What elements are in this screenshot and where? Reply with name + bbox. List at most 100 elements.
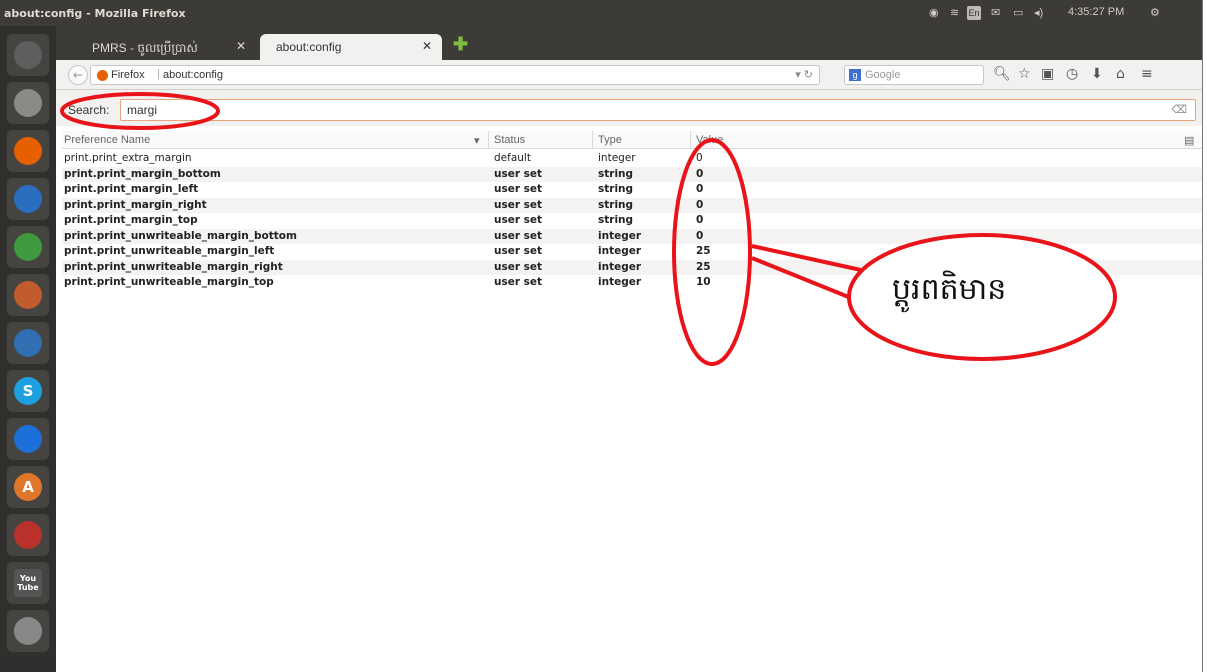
search-row: Search: margi ⌫ <box>56 90 1202 126</box>
network-indicator-icon[interactable]: ◉ <box>929 6 939 19</box>
download-icon[interactable]: ⬇ <box>1091 66 1103 82</box>
history-icon[interactable]: ◷ <box>1066 66 1078 82</box>
search-label: Search: <box>68 103 110 117</box>
status-cell: user set <box>494 260 543 273</box>
trash-icon[interactable] <box>7 610 49 652</box>
wifi-icon[interactable]: ≋ <box>950 6 959 19</box>
value-cell: 10 <box>696 276 711 288</box>
mail-icon[interactable]: ✉ <box>991 6 1000 19</box>
window-title: about:config - Mozilla Firefox <box>4 7 186 20</box>
status-cell: user set <box>494 229 543 242</box>
value-cell: 0 <box>696 183 704 195</box>
navigation-bar: ← Firefox | about:config ▾ ↻ g Google 🔍︎… <box>56 60 1202 90</box>
software-center-icon[interactable]: A <box>7 466 49 508</box>
menu-icon[interactable]: ≡ <box>1141 66 1153 82</box>
preference-name-cell: print.print_margin_left <box>64 183 199 195</box>
annotation-callout-text: ប្តូរពតិមាន <box>892 272 1007 307</box>
tab-pmrs[interactable]: PMRS - ចូលប្រើប្រាស់ ✕ <box>76 34 256 60</box>
libreoffice-calc-icon[interactable] <box>7 226 49 268</box>
close-tab-icon[interactable]: ✕ <box>236 39 246 53</box>
url-separator: | <box>157 68 160 80</box>
web-search-bar[interactable]: g Google <box>844 65 984 85</box>
table-row[interactable]: print.print_margin_bottom user set string 0 <box>62 166 1202 182</box>
ubuntu-dash-icon[interactable] <box>7 34 49 76</box>
reading-list-icon[interactable]: ▣ <box>1041 66 1054 82</box>
value-cell: 0 <box>696 152 703 164</box>
table-row[interactable]: print.print_unwriteable_margin_bottom use… <box>62 228 1202 244</box>
system-settings-glyph <box>14 521 42 549</box>
search-input[interactable]: margi ⌫ <box>120 99 1196 121</box>
google-icon[interactable]: g <box>849 69 861 81</box>
battery-icon[interactable]: ▭ <box>1013 6 1023 19</box>
libreoffice-writer-icon[interactable] <box>7 178 49 220</box>
type-cell: integer <box>598 229 642 242</box>
back-button[interactable]: ← <box>68 65 88 85</box>
keyboard-layout-indicator[interactable]: En <box>967 6 981 20</box>
preference-name-cell: print.print_margin_top <box>64 214 198 226</box>
table-row[interactable]: print.print_margin_left user set string 0 <box>62 182 1202 198</box>
clear-search-icon[interactable]: ⌫ <box>1171 103 1187 116</box>
tab-about-config[interactable]: about:config ✕ <box>260 34 442 60</box>
preference-name-cell: print.print_unwriteable_margin_left <box>64 245 275 257</box>
libreoffice-writer-glyph <box>14 185 42 213</box>
preference-name-cell: print.print_unwriteable_margin_right <box>64 260 283 273</box>
new-tab-button[interactable]: ✚ <box>453 34 468 55</box>
thunderbird-icon[interactable] <box>7 322 49 364</box>
reload-icon[interactable]: ▾ ↻ <box>795 68 813 81</box>
value-cell: 25 <box>696 260 711 273</box>
column-preference-name[interactable]: Preference Name <box>64 134 150 146</box>
volume-icon[interactable]: ◂) <box>1034 6 1043 19</box>
skype-icon[interactable]: S <box>7 370 49 412</box>
preference-name-cell: print.print_margin_bottom <box>64 167 221 180</box>
table-row[interactable]: print.print_unwriteable_margin_right user… <box>62 259 1202 275</box>
libreoffice-impress-glyph <box>14 281 42 309</box>
files-glyph <box>14 89 42 117</box>
files-icon[interactable] <box>7 82 49 124</box>
table-row[interactable]: print.print_unwriteable_margin_left user … <box>62 244 1202 260</box>
search-icon[interactable]: 🔍︎ <box>993 66 1011 82</box>
table-row[interactable]: print.print_margin_right user set string 0 <box>62 197 1202 213</box>
window-border <box>1202 0 1207 672</box>
column-value[interactable]: Value <box>696 134 723 146</box>
preference-name-cell: print.print_extra_margin <box>64 152 192 164</box>
teamviewer-icon[interactable] <box>7 418 49 460</box>
type-cell: integer <box>598 152 636 164</box>
status-cell: user set <box>494 276 543 288</box>
column-picker-icon[interactable]: ▤ <box>1184 134 1194 147</box>
libreoffice-impress-icon[interactable] <box>7 274 49 316</box>
libreoffice-calc-glyph <box>14 233 42 261</box>
clock[interactable]: 4:35:27 PM <box>1068 6 1124 18</box>
value-cell: 0 <box>696 229 704 242</box>
firefox-icon[interactable] <box>7 130 49 172</box>
value-cell: 0 <box>696 214 704 226</box>
trash-glyph <box>14 617 42 645</box>
url-bar[interactable]: Firefox | about:config ▾ ↻ <box>90 65 820 85</box>
table-row[interactable]: print.print_margin_top user set string 0 <box>62 213 1202 229</box>
site-identity[interactable]: Firefox <box>111 69 145 81</box>
teamviewer-glyph <box>14 425 42 453</box>
thunderbird-glyph <box>14 329 42 357</box>
settings-gear-icon[interactable]: ⚙ <box>1150 6 1160 19</box>
table-row[interactable]: print.print_unwriteable_margin_top user s… <box>62 275 1202 291</box>
type-cell: string <box>598 183 634 195</box>
preference-name-cell: print.print_unwriteable_margin_bottom <box>64 229 297 242</box>
table-row[interactable]: print.print_extra_margin default integer 0 <box>62 151 1202 167</box>
firefox-identity-icon <box>97 70 108 81</box>
search-engine-placeholder: Google <box>865 69 901 81</box>
home-icon[interactable]: ⌂ <box>1116 66 1125 82</box>
youtube-icon[interactable]: You Tube <box>7 562 49 604</box>
value-cell: 0 <box>696 167 704 180</box>
system-settings-icon[interactable] <box>7 514 49 556</box>
bookmark-star-icon[interactable]: ☆ <box>1018 66 1031 82</box>
about-config-page: Search: margi ⌫ Preference Name ▾ Status… <box>56 90 1202 672</box>
close-tab-icon[interactable]: ✕ <box>422 39 432 53</box>
tab-label: about:config <box>276 40 342 54</box>
search-input-value: margi <box>127 103 158 117</box>
column-type[interactable]: Type <box>598 134 622 146</box>
value-cell: 25 <box>696 245 711 257</box>
column-status[interactable]: Status <box>494 134 525 146</box>
firefox-glyph <box>14 137 42 165</box>
url-text[interactable]: about:config <box>163 69 223 81</box>
status-cell: user set <box>494 198 543 211</box>
type-cell: integer <box>598 245 642 257</box>
